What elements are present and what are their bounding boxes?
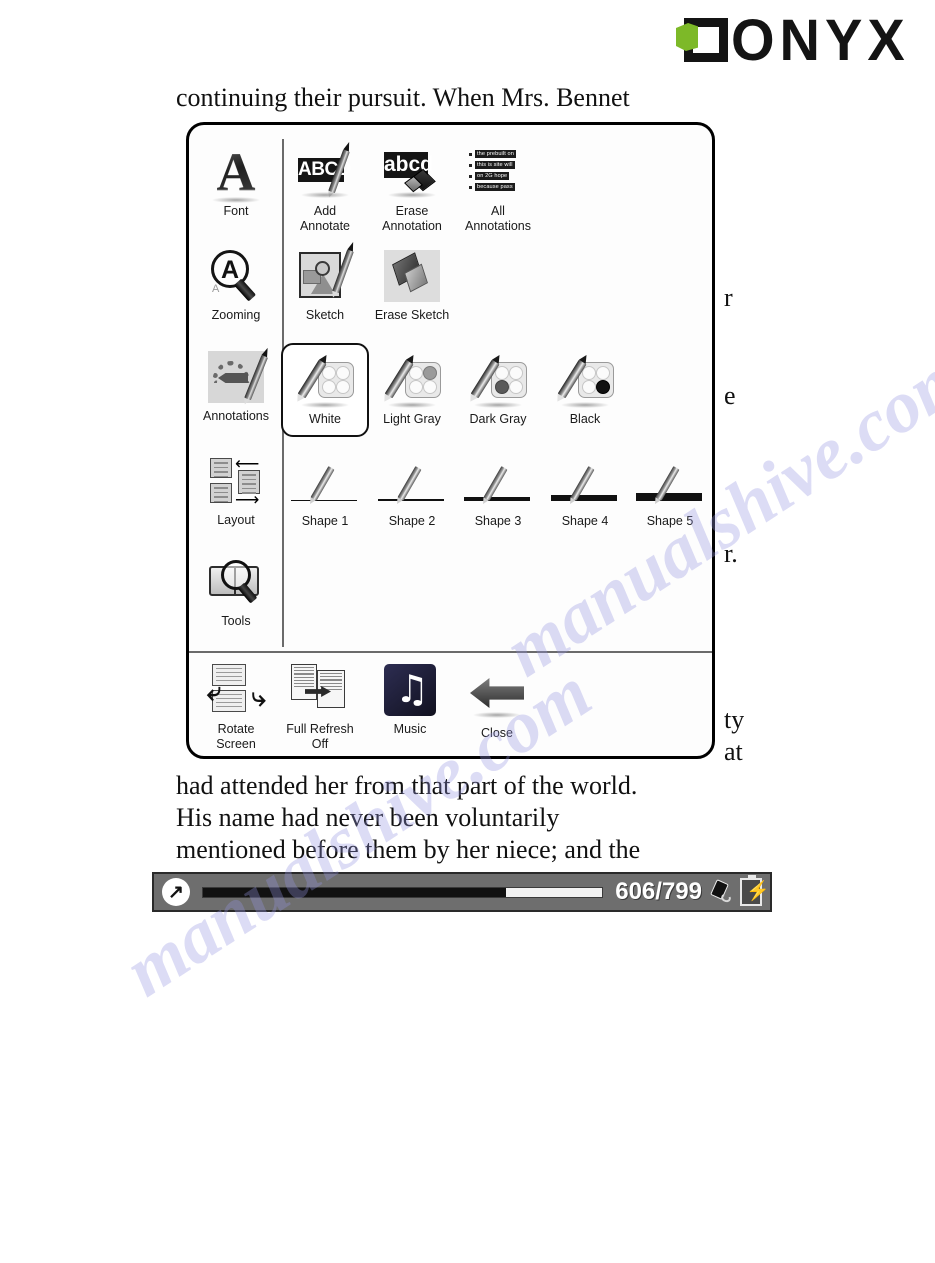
menu-item-label: Black xyxy=(569,412,601,426)
sketch-icon xyxy=(296,247,354,305)
sidebar-item-label: Annotations xyxy=(202,409,270,423)
all-annotations-icon: the prebuilt on this is site will on 2G … xyxy=(469,143,527,201)
pen-black-icon xyxy=(556,351,614,409)
erase-annotation-icon: abcd xyxy=(383,143,441,201)
brand-name: ONYX xyxy=(731,6,910,73)
menu-item-label: White xyxy=(309,412,341,426)
menu-item-label: Dark Gray xyxy=(469,412,527,426)
page-counter: 606/799 xyxy=(615,878,702,905)
font-icon: A xyxy=(207,143,265,203)
pen-light-gray-icon xyxy=(383,351,441,409)
menu-item-shape-3[interactable]: Shape 3 xyxy=(455,453,541,529)
pen-white-icon xyxy=(296,351,354,409)
battery-charging-icon: ⚡ xyxy=(740,875,770,906)
sidebar-item-zooming[interactable]: AA Zooming xyxy=(193,247,279,323)
annotation-strip: this is site will xyxy=(475,161,515,169)
full-refresh-off-icon xyxy=(291,661,349,719)
menu-item-all-annotations[interactable]: the prebuilt on this is site will on 2G … xyxy=(455,143,541,233)
book-edge-fragment-1: r xyxy=(724,283,733,312)
menu-item-pen-dark-gray[interactable]: Dark Gray xyxy=(455,351,541,427)
sidebar-item-tools[interactable]: Tools xyxy=(193,553,279,629)
menu-item-erase-sketch[interactable]: Erase Sketch xyxy=(369,247,455,323)
sidebar-item-layout[interactable]: ⟵ ⟶ Layout xyxy=(193,452,279,528)
book-edge-fragment-5: at xyxy=(724,737,743,766)
stylus-icon xyxy=(708,879,734,905)
annotation-strip: the prebuilt on xyxy=(475,150,516,158)
menu-item-label-line2: Off xyxy=(311,736,329,751)
annotations-icon xyxy=(207,348,268,406)
menu-item-label: Music xyxy=(393,722,427,736)
book-edge-fragment-4: ty xyxy=(724,705,745,734)
sidebar-item-label: Tools xyxy=(221,614,251,628)
progress-fill xyxy=(203,887,507,897)
menu-item-label-line1: Erase xyxy=(395,204,429,218)
annotation-strip: because pass xyxy=(475,183,515,191)
layout-icon: ⟵ ⟶ xyxy=(207,452,265,510)
menu-item-sketch[interactable]: Sketch xyxy=(282,247,368,323)
menu-item-pen-light-gray[interactable]: Light Gray xyxy=(369,351,455,427)
menu-item-label-line2: Annotation xyxy=(382,218,442,233)
reader-options-popup[interactable]: A Font AA Zooming Annotations ⟵ ⟶ Layout… xyxy=(186,122,715,759)
sidebar-item-font[interactable]: A Font xyxy=(193,143,279,219)
menu-item-label-line1: Rotate xyxy=(217,722,255,736)
menu-item-erase-annotation[interactable]: abcd Erase Annotation xyxy=(369,143,455,233)
close-arrow-icon xyxy=(468,665,526,723)
menu-item-label-line2: Screen xyxy=(216,736,256,751)
book-line-below-3: mentioned before them by her niece; and … xyxy=(176,835,641,864)
menu-item-close[interactable]: Close xyxy=(454,665,540,741)
menu-item-label: Light Gray xyxy=(383,412,441,426)
music-icon: ♫ xyxy=(381,661,439,719)
annotation-strip: on 2G hope xyxy=(475,172,510,180)
sidebar-item-annotations[interactable]: Annotations xyxy=(193,348,279,424)
menu-item-add-annotate[interactable]: ABCD Add Annotate xyxy=(282,143,368,233)
menu-item-rotate-screen[interactable]: ⤶ ⤷ Rotate Screen xyxy=(193,661,279,751)
menu-item-label-line1: All xyxy=(491,204,505,218)
add-annotate-icon: ABCD xyxy=(296,143,354,201)
menu-item-shape-5[interactable]: Shape 5 xyxy=(627,453,713,529)
book-line-below-1: had attended her from that part of the w… xyxy=(176,771,638,800)
menu-item-label: Shape 4 xyxy=(561,514,609,528)
shape-5-icon xyxy=(633,453,707,511)
menu-item-label: Shape 3 xyxy=(474,514,522,528)
book-line-above: continuing their pursuit. When Mrs. Benn… xyxy=(176,83,630,112)
book-edge-fragment-3: r. xyxy=(724,539,738,568)
sidebar-item-label: Layout xyxy=(217,513,255,527)
menu-item-shape-2[interactable]: Shape 2 xyxy=(369,453,455,529)
onyx-logo-icon xyxy=(676,18,728,62)
reading-progress-bar[interactable] xyxy=(202,886,604,898)
tools-icon xyxy=(207,553,265,611)
rotate-screen-icon: ⤶ ⤷ xyxy=(207,661,266,719)
erase-sketch-icon xyxy=(383,247,441,305)
zooming-icon: AA xyxy=(207,247,265,305)
book-edge-fragment-2: e xyxy=(724,381,736,410)
menu-item-shape-4[interactable]: Shape 4 xyxy=(542,453,628,529)
menu-item-full-refresh-off[interactable]: Full Refresh Off xyxy=(277,661,363,751)
menu-item-label: Shape 2 xyxy=(388,514,436,528)
menu-item-label: Close xyxy=(481,726,513,740)
menu-item-music[interactable]: ♫ Music xyxy=(367,661,453,737)
shape-2-icon xyxy=(375,453,449,511)
menu-item-shape-1[interactable]: Shape 1 xyxy=(282,453,368,529)
shape-1-icon xyxy=(288,453,362,511)
menu-item-label-line1: Add xyxy=(313,204,337,218)
menu-item-label: Shape 5 xyxy=(646,514,694,528)
home-arrow-icon[interactable]: ↗ xyxy=(162,878,190,906)
menu-item-label-line2: Annotate xyxy=(299,218,351,233)
sidebar-item-label: Font xyxy=(223,204,249,218)
reader-status-bar[interactable]: ↗ 606/799 ⚡ xyxy=(152,872,772,912)
sidebar-item-label: Zooming xyxy=(211,308,261,322)
menu-item-label-line1: Full Refresh xyxy=(286,722,354,736)
shape-4-icon xyxy=(548,453,622,511)
menu-item-pen-black[interactable]: Black xyxy=(542,351,628,427)
pen-dark-gray-icon xyxy=(469,351,527,409)
menu-item-label-line2: Annotations xyxy=(464,218,532,233)
menu-item-pen-white[interactable]: White xyxy=(281,343,369,437)
menu-item-label: Sketch xyxy=(305,308,345,322)
book-line-below-2: His name had never been voluntarily xyxy=(176,803,560,832)
shape-3-icon xyxy=(461,453,535,511)
menu-item-label: Erase Sketch xyxy=(374,308,450,322)
onyx-logo: ONYX xyxy=(676,10,905,69)
menu-item-label: Shape 1 xyxy=(301,514,349,528)
